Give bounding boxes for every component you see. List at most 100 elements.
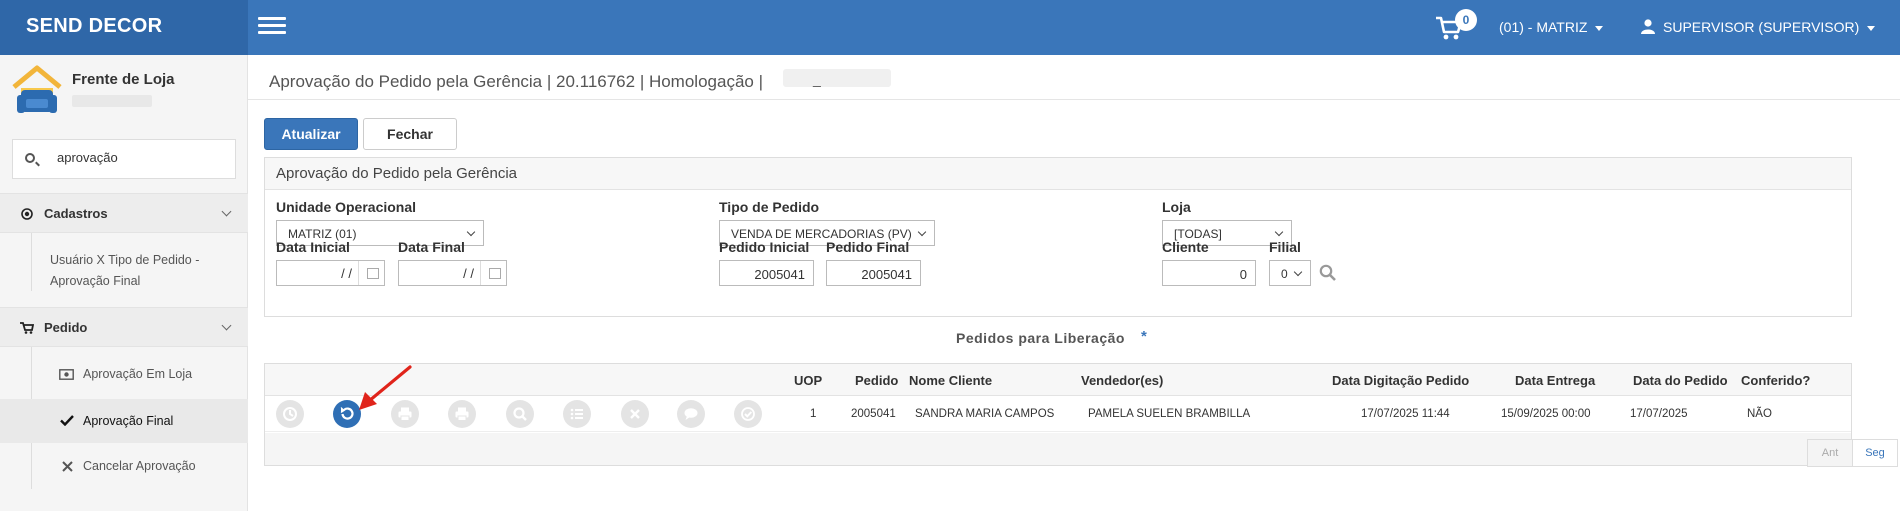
chevron-down-icon (221, 206, 232, 217)
chevron-down-icon (1867, 25, 1876, 31)
close-icon[interactable] (621, 400, 649, 428)
history-icon[interactable] (276, 400, 304, 428)
col-data-digitacao[interactable]: Data Digitação Pedido (1332, 373, 1469, 388)
prev-page-button[interactable]: Ant (1807, 439, 1853, 467)
calendar-icon[interactable] (358, 261, 384, 285)
filial-label: Filial (1269, 239, 1301, 255)
chevron-down-icon (1274, 227, 1284, 237)
sidebar-section-pedido[interactable]: Pedido (0, 307, 248, 347)
target-icon (21, 208, 33, 220)
cart-count-badge: 0 (1455, 9, 1477, 31)
top-bar: SEND DECOR 0 (01) - MATRIZ SUPERVISOR (S… (0, 0, 1900, 55)
sidebar-section-label: Cadastros (44, 206, 108, 221)
blurred-environment-name: _ (783, 69, 891, 87)
data-final-value: / / (463, 266, 474, 281)
col-nome-cliente[interactable]: Nome Cliente (909, 373, 992, 388)
grid-header: UOP Pedido Nome Cliente Vendedor(es) Dat… (265, 364, 1851, 396)
user-icon (1641, 19, 1655, 34)
sidebar-item-aprovacao-final[interactable]: Aprovação Final (0, 399, 248, 443)
unidade-label: Unidade Operacional (276, 199, 417, 215)
chevron-down-icon (221, 320, 232, 331)
menu-search-input[interactable] (57, 150, 227, 165)
loja-label: Loja (1162, 199, 1191, 215)
unit-dropdown[interactable]: (01) - MATRIZ (1499, 19, 1604, 35)
col-conferido[interactable]: Conferido? (1741, 373, 1810, 388)
chevron-down-icon (917, 227, 927, 237)
filial-select-value: 0 (1281, 267, 1288, 281)
col-data-entrega[interactable]: Data Entrega (1515, 373, 1595, 388)
pedido-inicial-label: Pedido Inicial (719, 239, 810, 255)
cell-data-digitacao: 17/07/2025 11:44 (1361, 408, 1450, 420)
filial-select[interactable]: 0 (1269, 260, 1311, 286)
comment-icon[interactable] (677, 400, 705, 428)
col-data-pedido[interactable]: Data do Pedido (1633, 373, 1728, 388)
cell-conferido: NÃO (1747, 408, 1772, 420)
chevron-down-icon (466, 227, 476, 237)
close-button[interactable]: Fechar (363, 118, 457, 150)
data-inicial-input[interactable]: / / (276, 260, 385, 286)
menu-search-box[interactable] (12, 139, 236, 179)
page-title-suffix: _ (813, 71, 821, 87)
filter-panel-heading: Aprovação do Pedido pela Gerência (265, 158, 1851, 190)
pedido-final-label: Pedido Final (826, 239, 910, 255)
sidebar-item-label-line1: Usuário X Tipo de Pedido - (50, 253, 200, 267)
sidebar-item-label: Aprovação Em Loja (83, 367, 193, 381)
menu-toggle-icon[interactable] (258, 17, 286, 37)
cliente-label: Cliente (1162, 239, 1209, 255)
col-uop[interactable]: UOP (794, 373, 822, 388)
cell-pedido: 2005041 (851, 408, 896, 420)
print-icon[interactable] (448, 400, 476, 428)
sofa-house-logo (12, 65, 62, 117)
filter-panel: Aprovação do Pedido pela Gerência Unidad… (264, 157, 1852, 317)
main-content: Aprovação do Pedido pela Gerência | 20.1… (248, 55, 1900, 511)
divider (248, 99, 1900, 100)
sidebar-item-aprovacao-em-loja[interactable]: Aprovação Em Loja (0, 355, 248, 395)
cell-uop: 1 (810, 408, 817, 420)
user-dropdown[interactable]: SUPERVISOR (SUPERVISOR) (1641, 19, 1876, 35)
pedido-final-input[interactable]: 2005041 (826, 260, 921, 286)
annotation-arrow-icon (359, 365, 412, 410)
list-icon[interactable] (563, 400, 591, 428)
col-pedido[interactable]: Pedido (855, 373, 898, 388)
table-row[interactable]: 1 2005041 SANDRA MARIA CAMPOS PAMELA SUE… (265, 396, 1851, 432)
sidebar-item-label-line2: Aprovação Final (50, 274, 141, 288)
refresh-button[interactable]: Atualizar (264, 118, 358, 150)
sidebar-item-label: Cancelar Aprovação (83, 459, 196, 473)
search-icon[interactable] (1319, 264, 1337, 282)
money-icon (59, 369, 74, 380)
module-subtitle-blurred (72, 95, 152, 107)
sidebar: Frente de Loja Cadastros Usuário X Tipo … (0, 55, 248, 511)
brand-logo[interactable]: SEND DECOR (0, 0, 248, 55)
check-icon (60, 415, 74, 426)
user-dropdown-label: SUPERVISOR (SUPERVISOR) (1663, 19, 1860, 35)
grid-footer: Ant Seg (265, 433, 1898, 467)
module-title: Frente de Loja (72, 71, 175, 88)
data-inicial-label: Data Inicial (276, 239, 350, 255)
cell-data-entrega: 15/09/2025 00:00 (1501, 408, 1591, 420)
cliente-input[interactable]: 0 (1162, 260, 1256, 286)
check-icon[interactable] (734, 400, 762, 428)
unit-dropdown-label: (01) - MATRIZ (1499, 19, 1588, 35)
calendar-icon[interactable] (480, 261, 506, 285)
x-icon (62, 461, 73, 472)
search-icon[interactable] (506, 400, 534, 428)
data-inicial-value: / / (341, 266, 352, 281)
orders-section-marker: * (1141, 328, 1147, 345)
sidebar-item-usuario-tipo-pedido[interactable]: Usuário X Tipo de Pedido - Aprovação Fin… (0, 250, 248, 290)
cart-icon (20, 322, 34, 334)
col-vendedor[interactable]: Vendedor(es) (1081, 373, 1163, 388)
sidebar-item-cancelar-aprovacao[interactable]: Cancelar Aprovação (0, 447, 248, 487)
pedido-inicial-input[interactable]: 2005041 (719, 260, 814, 286)
sidebar-section-label: Pedido (44, 320, 88, 335)
chevron-down-icon (1595, 25, 1604, 31)
cell-vendedor: PAMELA SUELEN BRAMBILLA (1088, 408, 1251, 420)
next-page-button[interactable]: Seg (1852, 439, 1898, 467)
orders-section-title: Pedidos para Liberação (956, 330, 1125, 346)
sidebar-item-label: Aprovação Final (83, 414, 174, 428)
tipo-pedido-label: Tipo de Pedido (719, 199, 820, 215)
data-final-input[interactable]: / / (398, 260, 507, 286)
cell-data-pedido: 17/07/2025 (1630, 408, 1688, 420)
orders-grid: UOP Pedido Nome Cliente Vendedor(es) Dat… (264, 363, 1898, 467)
search-icon (25, 153, 35, 163)
sidebar-section-cadastros[interactable]: Cadastros (0, 193, 248, 233)
